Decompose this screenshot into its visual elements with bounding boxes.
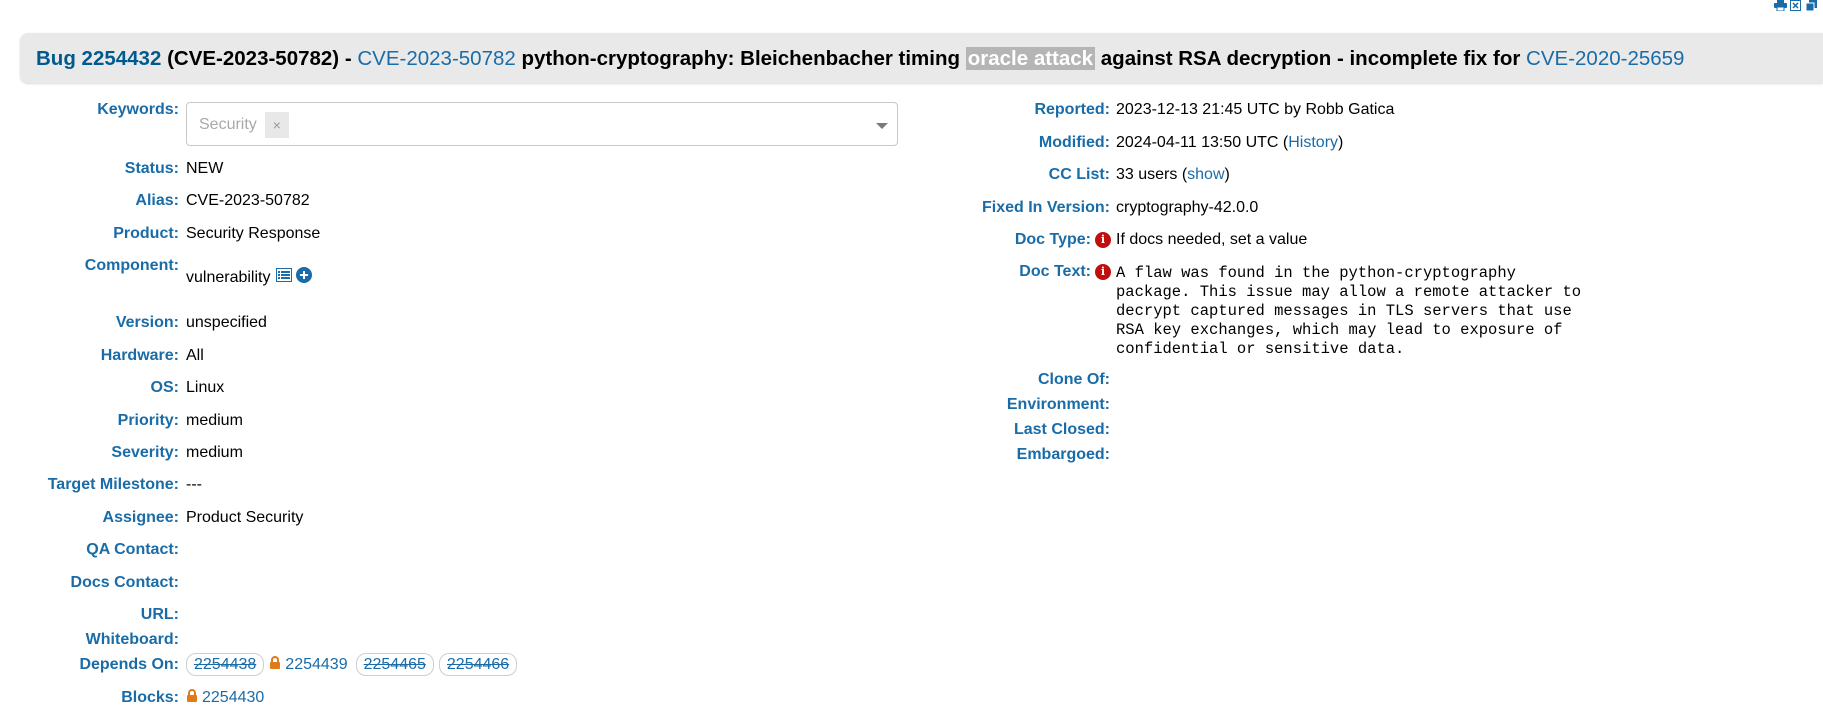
title-alias: (CVE-2023-50782) -	[167, 47, 352, 70]
target-milestone-label: Target Milestone:	[47, 476, 179, 493]
assignee-value: Product Security	[186, 509, 304, 526]
chevron-down-icon[interactable]	[876, 123, 888, 129]
blocks-bug-link[interactable]: 2254430	[202, 689, 264, 707]
depends-on-label: Depends On:	[79, 656, 179, 673]
title-highlight: oracle attack	[965, 47, 1096, 70]
lock-icon	[269, 655, 281, 674]
modified-value: 2024-04-11 13:50 UTC (History)	[1116, 134, 1343, 152]
keywords-label: Keywords:	[97, 101, 179, 118]
info-icon[interactable]: i	[1095, 264, 1111, 280]
version-label: Version:	[115, 314, 179, 331]
status-label: Status:	[124, 160, 179, 177]
reported-label: Reported:	[1034, 101, 1110, 118]
cc-close-paren: )	[1224, 166, 1230, 183]
doc-type-label: Doc Type:	[1014, 231, 1091, 248]
print-icon[interactable]	[1774, 0, 1787, 11]
depends-bug-link[interactable]: 2254466	[438, 653, 518, 676]
clone-of-label: Clone Of:	[1038, 371, 1110, 388]
hardware-value: All	[186, 347, 204, 364]
keyword-chip-label: Security	[199, 116, 257, 133]
copy-icon[interactable]	[1806, 0, 1819, 11]
keyword-chip: Security ×	[199, 112, 289, 138]
fixed-in-version-value: cryptography-42.0.0	[1116, 199, 1259, 216]
reported-value: 2023-12-13 21:45 UTC by Robb Gatica	[1116, 101, 1395, 118]
fixed-in-version-label: Fixed In Version:	[981, 199, 1110, 216]
excel-icon[interactable]	[1790, 0, 1803, 11]
title-summary: python-cryptography: Bleichenbacher timi…	[521, 47, 961, 70]
last-closed-label: Last Closed:	[1013, 421, 1110, 438]
keywords-select[interactable]: Security ×	[186, 102, 898, 146]
cc-count: 33 users (	[1116, 166, 1188, 183]
status-value: NEW	[186, 160, 224, 177]
list-icon[interactable]	[276, 268, 293, 287]
bug-title-bar: Bug 2254432 (CVE-2023-50782) - CVE-2023-…	[20, 33, 1823, 83]
cc-show-link[interactable]: show	[1187, 166, 1224, 183]
modified-label: Modified:	[1038, 134, 1110, 151]
environment-label: Environment:	[1006, 396, 1110, 413]
product-label: Product:	[113, 225, 179, 242]
qa-contact-label: QA Contact:	[86, 541, 179, 558]
blocks-label: Blocks:	[121, 689, 179, 706]
os-label: OS:	[150, 379, 179, 396]
cc-list-value: 33 users (show)	[1116, 166, 1230, 184]
os-value: Linux	[186, 379, 225, 396]
component-field: vulnerability	[186, 267, 313, 288]
target-milestone-value: ---	[186, 476, 202, 493]
bug-title: Bug 2254432 (CVE-2023-50782) - CVE-2023-…	[36, 47, 1684, 71]
depends-bug-link[interactable]: 2254438	[186, 653, 265, 676]
embargoed-label: Embargoed:	[1016, 446, 1110, 463]
hardware-label: Hardware:	[100, 347, 179, 364]
url-label: URL:	[140, 606, 179, 623]
cve-link[interactable]: CVE-2023-50782	[357, 47, 515, 70]
assignee-label: Assignee:	[102, 509, 179, 526]
depends-bug-link[interactable]: 2254465	[355, 653, 434, 676]
alias-label: Alias:	[135, 192, 179, 209]
info-icon[interactable]: i	[1095, 232, 1111, 248]
depends-bug-link[interactable]: 2254439	[285, 656, 347, 674]
priority-label: Priority:	[117, 412, 179, 429]
ref-cve-link[interactable]: CVE-2020-25659	[1526, 47, 1684, 70]
page-tools	[1774, 0, 1819, 11]
severity-label: Severity:	[111, 444, 179, 461]
docs-contact-label: Docs Contact:	[70, 574, 179, 591]
component-label: Component:	[84, 257, 179, 274]
blocks-list: 2254430	[186, 689, 272, 707]
chip-remove-icon[interactable]: ×	[264, 112, 289, 138]
add-circle-icon[interactable]	[296, 267, 313, 288]
bug-id-link[interactable]: Bug 2254432	[36, 47, 161, 70]
whiteboard-label: Whiteboard:	[85, 631, 179, 648]
lock-icon	[186, 689, 198, 707]
component-value: vulnerability	[186, 268, 271, 286]
version-value: unspecified	[186, 314, 267, 331]
priority-value: medium	[186, 412, 243, 429]
alias-value: CVE-2023-50782	[186, 192, 310, 209]
modified-close-paren: )	[1338, 134, 1344, 151]
title-summary-rest: against RSA decryption - incomplete fix …	[1100, 47, 1521, 70]
cc-list-label: CC List:	[1048, 166, 1110, 183]
product-value: Security Response	[186, 225, 321, 242]
doc-type-value: If docs needed, set a value	[1116, 231, 1308, 248]
depends-on-list: 2254438 2254439 2254465 2254466	[186, 653, 522, 676]
doc-text-value: A flaw was found in the python-cryptogra…	[1116, 264, 1582, 358]
doc-text-label: Doc Text:	[1019, 263, 1091, 280]
severity-value: medium	[186, 444, 243, 461]
modified-date: 2024-04-11 13:50 UTC (	[1116, 134, 1289, 151]
history-link[interactable]: History	[1288, 134, 1338, 151]
